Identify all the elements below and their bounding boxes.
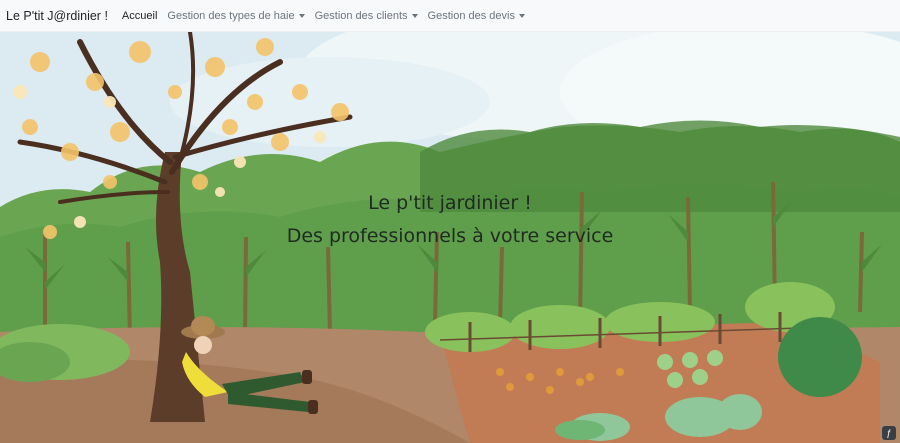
hero-subtitle: Des professionnels à votre service — [286, 225, 614, 247]
symfony-toolbar-icon[interactable]: ƒ — [882, 426, 896, 440]
top-navbar: Le P'tit J@rdinier ! Accueil Gestion des… — [0, 0, 900, 32]
nav-dropdown-types-de-haie[interactable]: Gestion des types de haie — [167, 9, 305, 22]
hero-banner: Le p'tit jardinier ! Des professionnels … — [0, 32, 900, 443]
hero-title: Le p'tit jardinier ! — [368, 192, 532, 214]
nav-dropdown-clients-label: Gestion des clients — [314, 9, 408, 22]
nav-item-accueil-label: Accueil — [121, 9, 158, 22]
nav-item-accueil[interactable]: Accueil — [122, 10, 157, 22]
nav-dropdown-clients[interactable]: Gestion des clients — [315, 10, 418, 22]
caret-down-icon — [518, 13, 525, 18]
nav-dropdown-types-de-haie-label: Gestion des types de haie — [167, 9, 295, 22]
nav-dropdown-devis-label: Gestion des devis — [427, 9, 515, 22]
caret-down-icon — [411, 13, 418, 18]
hero-heading: Le p'tit jardinier ! Des professionnels … — [0, 187, 900, 253]
navbar-brand[interactable]: Le P'tit J@rdinier ! — [6, 9, 108, 23]
nav-dropdown-devis[interactable]: Gestion des devis — [428, 10, 525, 22]
caret-down-icon — [298, 13, 305, 18]
